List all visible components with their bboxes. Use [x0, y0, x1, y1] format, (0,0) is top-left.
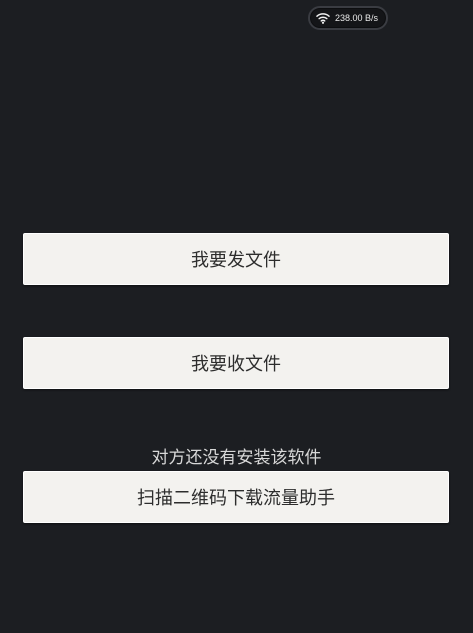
- network-speed-indicator: 238.00 B/s: [308, 6, 388, 30]
- send-file-button[interactable]: 我要发文件: [23, 233, 449, 285]
- wifi-icon: [315, 11, 331, 25]
- network-speed-text: 238.00 B/s: [335, 13, 379, 23]
- not-installed-hint: 对方还没有安装该软件: [151, 448, 322, 468]
- receive-file-button[interactable]: 我要收文件: [23, 337, 449, 389]
- scan-qr-download-button[interactable]: 扫描二维码下载流量助手: [23, 471, 449, 523]
